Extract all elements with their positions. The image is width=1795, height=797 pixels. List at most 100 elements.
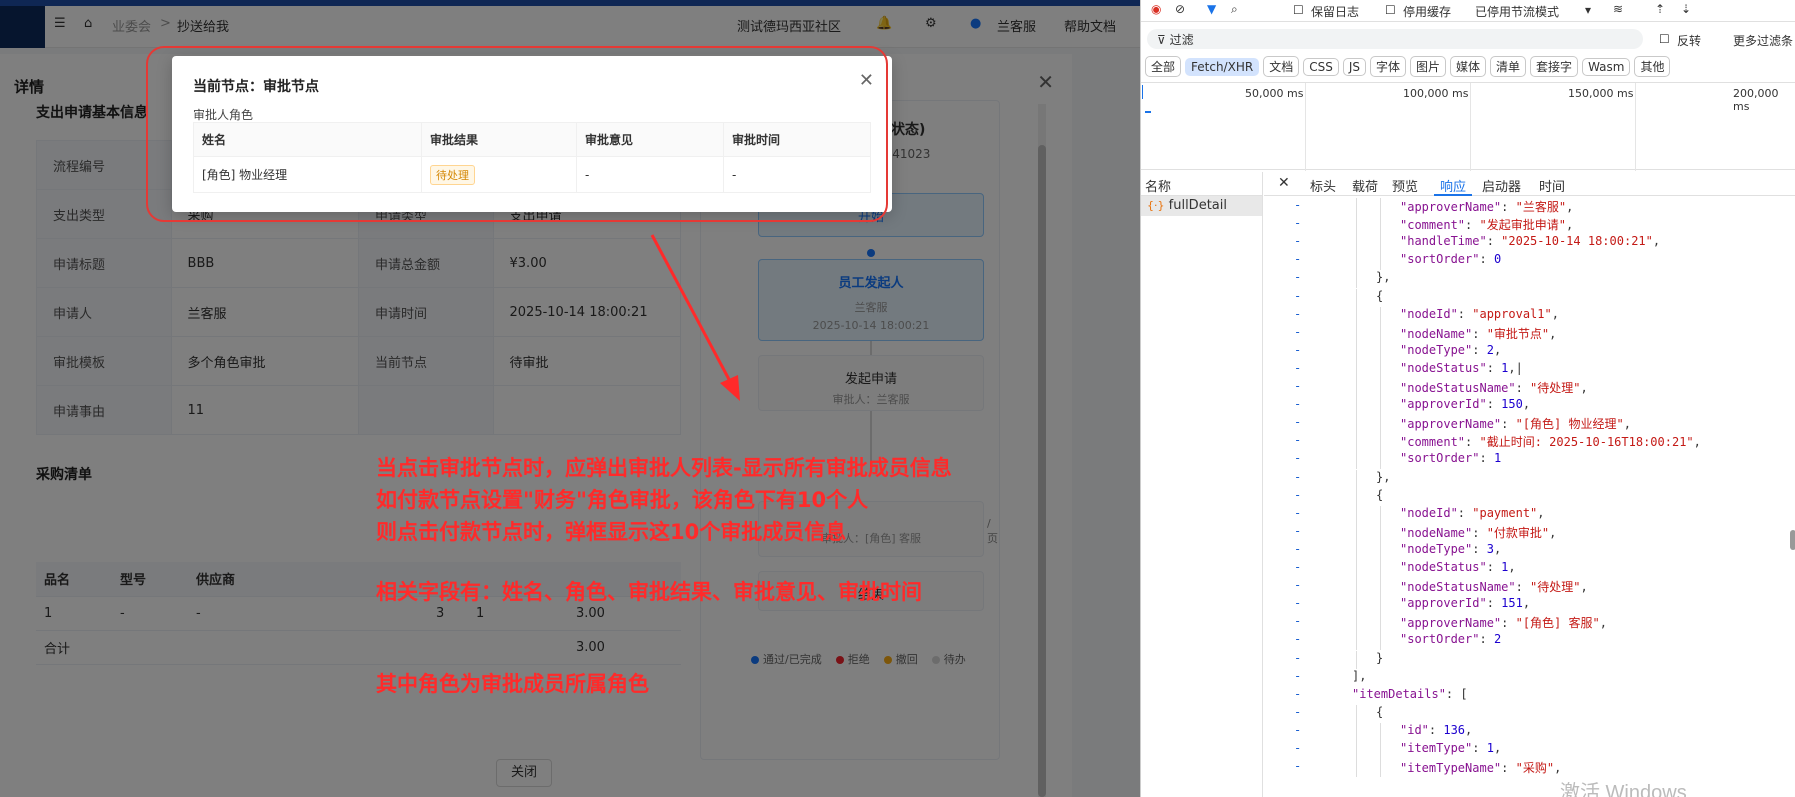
indent-guide xyxy=(1356,433,1357,452)
indent-guide xyxy=(1380,433,1381,452)
diff-marker: - xyxy=(1294,342,1302,357)
upload-icon[interactable]: ⇡ xyxy=(1655,2,1665,16)
json-punct: , xyxy=(1493,541,1502,556)
code-text: "nodeType": 3, xyxy=(1400,542,1501,556)
json-colon: : xyxy=(1472,525,1487,540)
indent-guide xyxy=(1380,541,1381,560)
indent-guide xyxy=(1356,342,1357,361)
type-filter-9[interactable]: 套接字 xyxy=(1530,56,1579,77)
json-key: "sortOrder" xyxy=(1400,252,1480,267)
json-key: "comment" xyxy=(1400,218,1466,233)
json-punct: , xyxy=(1508,560,1516,574)
type-filter-7[interactable]: 媒体 xyxy=(1450,56,1487,77)
code-punct: { xyxy=(1376,704,1384,719)
code-text: "sortOrder": 1 xyxy=(1400,451,1501,465)
tab-5[interactable]: 时间 xyxy=(1539,176,1565,195)
code-punct: { xyxy=(1376,288,1384,303)
filter-input[interactable]: ⊽ 过滤 xyxy=(1147,29,1643,49)
type-filter-10[interactable]: Wasm xyxy=(1582,58,1631,76)
devtools-toolbar: ◉ ⊘ ▼ ⌕ ☐ 保留日志 ☐ 停用缓存 已停用节流模式 ▾ ≋ ⇡ ⇣ xyxy=(1141,0,1795,22)
devtools-panel: ◉ ⊘ ▼ ⌕ ☐ 保留日志 ☐ 停用缓存 已停用节流模式 ▾ ≋ ⇡ ⇣ ⊽ … xyxy=(1140,0,1795,797)
tab-3[interactable]: 响应 xyxy=(1433,176,1473,196)
code-text: "nodeType": 2, xyxy=(1400,343,1501,357)
type-filter-0[interactable]: 全部 xyxy=(1145,56,1182,77)
type-filter-4[interactable]: JS xyxy=(1342,58,1366,76)
indent-guide xyxy=(1380,578,1381,597)
indent-guide xyxy=(1356,741,1357,759)
app-window: ☰ ⌂ 业委会 > 抄送给我 测试德玛西亚社区 🔔 ⚙ ● 兰客服 帮助文档 详… xyxy=(0,0,1140,797)
type-filter-5[interactable]: 字体 xyxy=(1369,56,1406,77)
json-key: "itemDetails" xyxy=(1352,686,1446,701)
filter-bar: ⊽ 过滤 ☐ 反转 更多过滤条 xyxy=(1141,26,1795,52)
network-timeline[interactable]: 50,000 ms 100,000 ms 150,000 ms 200,000 … xyxy=(1141,82,1795,171)
json-colon: : xyxy=(1472,741,1487,755)
indent-guide xyxy=(1380,397,1381,416)
code-text: "approverId": 150, xyxy=(1400,397,1530,411)
json-colon: : xyxy=(1501,616,1516,631)
diff-marker: - xyxy=(1294,397,1302,412)
code-text: "handleTime": "2025-10-14 18:00:21", xyxy=(1400,234,1660,248)
diff-marker: - xyxy=(1294,198,1302,212)
json-value: "[角色] 客服" xyxy=(1515,616,1600,631)
diff-marker: - xyxy=(1294,360,1302,375)
indent-guide xyxy=(1356,451,1357,470)
filter-icon[interactable]: ▼ xyxy=(1207,2,1216,16)
json-key: "nodeName" xyxy=(1400,525,1473,540)
json-punct: , xyxy=(1522,397,1531,412)
timeline-label: 200,000 ms xyxy=(1733,87,1779,113)
request-row[interactable]: {·} fullDetail xyxy=(1141,196,1262,216)
diff-marker: - xyxy=(1294,234,1302,249)
type-filter-1[interactable]: Fetch/XHR xyxy=(1185,58,1260,76)
more-filters[interactable]: 更多过滤条 xyxy=(1733,32,1793,49)
response-tabs: ✕ 标头 载荷 预览 响应 启动器 时间 xyxy=(1264,172,1795,196)
annotation-highlight-box xyxy=(146,46,888,222)
type-filter-3[interactable]: CSS xyxy=(1303,58,1339,76)
indent-guide xyxy=(1356,704,1357,723)
json-punct: , xyxy=(1566,200,1574,214)
type-filter-6[interactable]: 图片 xyxy=(1410,56,1447,77)
indent-guide xyxy=(1356,596,1357,615)
code-text: "approverName": "[角色] 物业经理", xyxy=(1400,415,1631,432)
response-body[interactable]: - "approverName": "兰客服", - "comment": "发起审批… xyxy=(1264,198,1795,797)
indent-guide xyxy=(1380,306,1381,325)
diff-marker: - xyxy=(1294,469,1302,484)
request-bar xyxy=(1145,111,1151,113)
json-key: "nodeStatusName" xyxy=(1400,381,1516,395)
disable-cache-checkbox[interactable]: ☐ xyxy=(1385,3,1396,17)
throttle-select[interactable]: 已停用节流模式 xyxy=(1475,3,1559,20)
type-filter-8[interactable]: 清单 xyxy=(1490,56,1527,77)
indent-guide xyxy=(1356,650,1357,669)
json-value: 3 xyxy=(1486,541,1494,556)
type-filter-11[interactable]: 其他 xyxy=(1634,56,1671,77)
filter-icon: ⊽ xyxy=(1157,33,1170,47)
code-punct: ], xyxy=(1352,668,1367,683)
close-icon[interactable]: ✕ xyxy=(1278,175,1290,191)
type-filter-2[interactable]: 文档 xyxy=(1263,56,1300,77)
json-colon: : xyxy=(1501,417,1516,432)
diff-marker: - xyxy=(1294,650,1302,665)
invert-checkbox[interactable]: ☐ xyxy=(1659,32,1670,46)
network-conditions-icon[interactable]: ≋ xyxy=(1613,2,1623,16)
tab-1[interactable]: 载荷 xyxy=(1352,176,1378,195)
tab-0[interactable]: 标头 xyxy=(1310,176,1336,195)
json-value: "待处理" xyxy=(1530,381,1581,395)
code-punct: }, xyxy=(1376,469,1391,484)
download-icon[interactable]: ⇣ xyxy=(1681,2,1691,16)
code-text: "nodeStatusName": "待处理", xyxy=(1400,578,1588,595)
indent-guide xyxy=(1356,270,1357,289)
chevron-down-icon[interactable]: ▾ xyxy=(1585,3,1591,17)
diff-marker: - xyxy=(1294,505,1302,520)
tab-4[interactable]: 启动器 xyxy=(1482,176,1521,195)
json-key: "nodeType" xyxy=(1400,541,1473,556)
record-icon[interactable]: ◉ xyxy=(1151,2,1161,16)
json-value: 150 xyxy=(1501,397,1523,412)
preserve-log-checkbox[interactable]: ☐ xyxy=(1293,3,1304,17)
clear-icon[interactable]: ⊘ xyxy=(1175,2,1185,16)
json-colon: : xyxy=(1428,722,1444,737)
scrollbar-thumb[interactable] xyxy=(1790,530,1795,550)
json-colon: : xyxy=(1479,632,1494,647)
json-punct: , xyxy=(1537,505,1545,520)
tab-2[interactable]: 预览 xyxy=(1392,176,1418,195)
windows-watermark: 激活 Windows xyxy=(1560,782,1687,797)
search-icon[interactable]: ⌕ xyxy=(1231,2,1238,17)
